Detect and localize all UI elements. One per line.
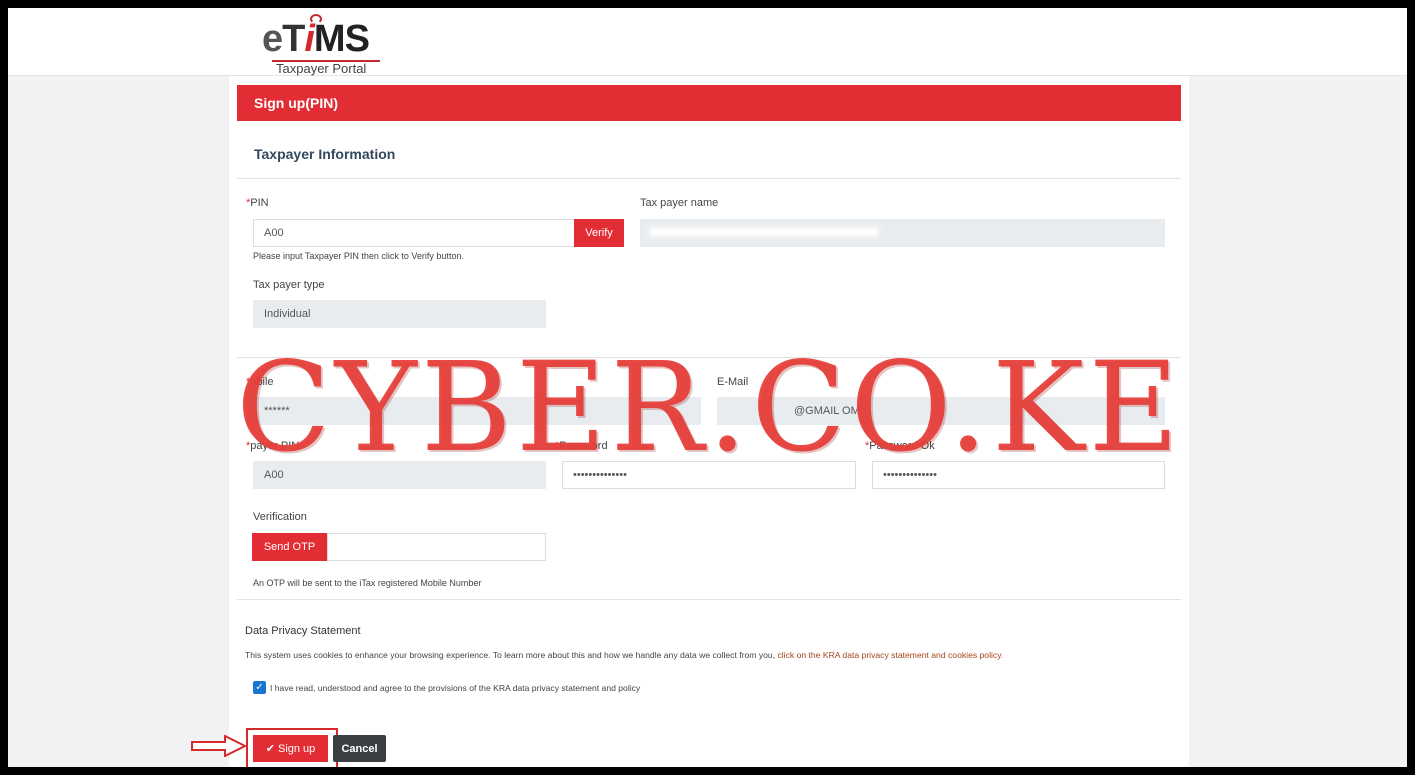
pin-help-text: Please input Taxpayer PIN then click to … <box>253 251 464 261</box>
signup-panel: Sign up(PIN) Taxpayer Information *PIN A… <box>229 76 1189 767</box>
top-header: eTiMS Taxpayer Portal <box>8 8 1407 76</box>
password-input[interactable]: •••••••••••••• <box>562 461 856 489</box>
password-label: *Password <box>555 440 608 452</box>
logo-letters-ms: MS <box>313 18 370 60</box>
redacted-name <box>649 227 879 237</box>
taxpayer-type-label: Tax payer type <box>253 279 325 291</box>
agree-label: I have read, understood and agree to the… <box>270 683 641 693</box>
page-title-bar: Sign up(PIN) <box>237 85 1181 121</box>
email-field: @GMAIL OM <box>717 397 1165 425</box>
screen-frame: eTiMS Taxpayer Portal Sign up(PIN) Taxpa… <box>8 8 1407 767</box>
privacy-text-body: This system uses cookies to enhance your… <box>245 650 778 660</box>
agent-pin-label: *payer PIN <box>246 440 300 452</box>
signup-label: Sign up <box>277 743 316 755</box>
password-ok-label: *Password Ok <box>865 440 935 452</box>
verification-label: Verification <box>253 511 307 523</box>
agent-pin-field: A00 <box>253 461 546 489</box>
divider <box>237 357 1181 358</box>
pin-input[interactable]: A00 <box>253 219 575 247</box>
taxpayer-name-label: Tax payer name <box>640 197 719 209</box>
agree-checkbox[interactable]: ✓ <box>253 681 266 694</box>
password-ok-input[interactable]: •••••••••••••• <box>872 461 1165 489</box>
logo-subtitle: Taxpayer Portal <box>276 61 367 76</box>
logo-text: eTiMS <box>262 18 370 61</box>
send-otp-button[interactable]: Send OTP <box>252 533 327 561</box>
privacy-text: This system uses cookies to enhance your… <box>245 650 1003 660</box>
signup-button[interactable]: ✔ Sign up <box>253 735 328 762</box>
logo-letter-t: T <box>282 18 305 60</box>
otp-help-text: An OTP will be sent to the iTax register… <box>253 578 482 588</box>
divider <box>237 599 1181 600</box>
divider <box>237 178 1181 179</box>
verify-button[interactable]: Verify <box>574 219 624 247</box>
cancel-button[interactable]: Cancel <box>333 735 386 762</box>
pin-label: *PIN <box>246 197 269 209</box>
privacy-title: Data Privacy Statement <box>245 625 361 637</box>
etims-logo[interactable]: eTiMS Taxpayer Portal <box>262 14 392 76</box>
privacy-policy-link[interactable]: click on the KRA data privacy statement … <box>777 650 1003 660</box>
mobile-label: *obile <box>246 376 274 388</box>
mobile-field: ****** <box>253 397 701 425</box>
email-label: E-Mail <box>717 376 749 388</box>
otp-input[interactable] <box>327 533 546 561</box>
logo-letter-i: i <box>304 18 315 60</box>
check-icon: ✔ <box>265 743 275 755</box>
pointer-arrow-icon <box>191 735 247 757</box>
page-title: Sign up(PIN) <box>254 95 338 111</box>
logo-letter-e: e <box>262 18 283 60</box>
section-title: Taxpayer Information <box>254 146 396 162</box>
taxpayer-type-field: Individual <box>253 300 546 328</box>
